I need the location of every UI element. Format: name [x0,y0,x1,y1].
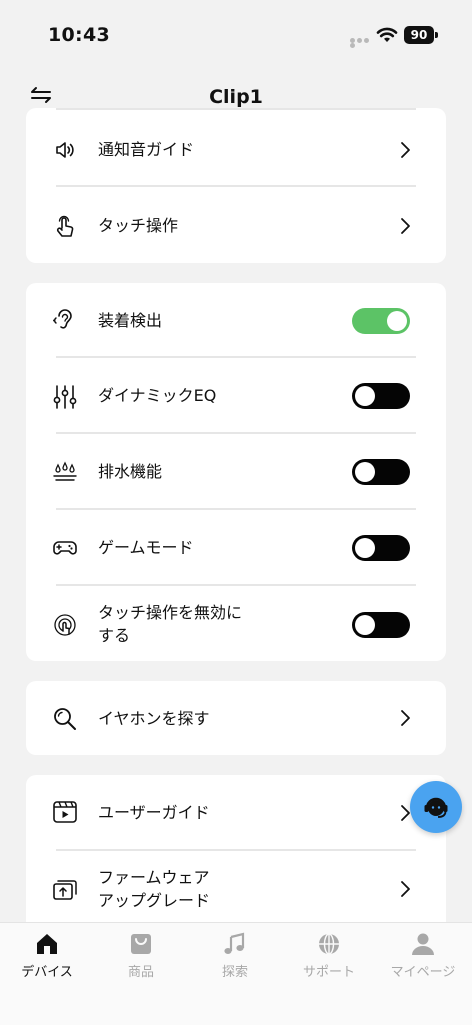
tab-explore[interactable]: 探索 [188,931,282,980]
speaker-icon [56,142,74,158]
tab-label: マイページ [390,965,456,980]
game-mode-row: ゲームモード [26,510,446,584]
tab-label: 探索 [221,965,248,980]
disable-touch-toggle[interactable] [352,612,410,638]
sound-touch-card: 通知音ガイド タッチ操作 [26,108,446,263]
game-mode-toggle[interactable] [352,535,410,561]
wear-detection-toggle[interactable] [352,308,410,334]
drainage-row: 排水機能 [26,434,446,508]
find-earphones-label: イヤホンを探す [98,709,210,728]
status-bar: 10:43 90 [0,0,472,70]
tab-my-page[interactable]: マイページ [376,931,470,980]
find-earphones-row[interactable]: イヤホンを探す [26,681,446,755]
tab-label: サポート [302,965,355,980]
cellular-signal-icon [350,38,376,48]
notification-sound-guide-label: 通知音ガイド [98,140,195,159]
disable-touch-row: タッチ操作を無効に する [26,586,446,661]
notification-sound-guide-row[interactable]: 通知音ガイド [26,110,446,186]
tab-products[interactable]: 商品 [94,931,188,980]
water-drops-icon [53,461,77,481]
chevron-right-icon [401,218,410,234]
battery-indicator: 90 [404,26,438,44]
video-guide-icon [53,801,77,823]
dynamic-eq-row: ダイナミックEQ [26,358,446,432]
tab-label: 商品 [127,965,154,980]
person-icon [412,933,434,955]
firmware-upload-icon [53,880,77,900]
features-card: 装着検出 ダイナミックEQ 排水機能 ゲームモード タッチ操作を無効に する [26,283,446,661]
info-card: ユーザーガイド ファームウェア アップグレード [26,775,446,935]
touch-disable-icon [54,614,76,636]
headset-icon [424,797,448,818]
tab-devices[interactable]: デバイス [0,931,94,980]
status-time: 10:43 [48,24,110,46]
disable-touch-label-line2: する [98,626,131,645]
wear-detection-label: 装着検出 [98,311,163,330]
chevron-right-icon [401,142,410,158]
search-icon [54,708,76,730]
dynamic-eq-label: ダイナミックEQ [98,386,217,405]
ear-icon [53,309,72,329]
tab-label: デバイス [21,965,73,980]
disable-touch-label-line1: タッチ操作を無効に [98,603,243,622]
shopping-bag-icon [131,934,151,954]
user-guide-label: ユーザーガイド [98,803,210,822]
tab-support[interactable]: サポート [282,931,376,980]
equalizer-icon [53,385,77,409]
drainage-toggle[interactable] [352,459,410,485]
game-mode-label: ゲームモード [98,538,194,557]
chevron-right-icon [401,881,410,897]
touch-controls-label: タッチ操作 [98,216,179,235]
bottom-tab-bar: デバイス 商品 探索 サポート マイページ [0,922,472,1025]
customer-support-button[interactable] [410,781,462,833]
globe-icon [319,933,339,955]
touch-gesture-icon [56,215,74,237]
wifi-icon [376,27,398,42]
wear-detection-row: 装着検出 [26,283,446,357]
page-title: Clip1 [209,86,263,108]
gamepad-icon [53,541,77,555]
find-card: イヤホンを探す [26,681,446,755]
user-guide-row[interactable]: ユーザーガイド [26,775,446,849]
touch-controls-row[interactable]: タッチ操作 [26,187,446,263]
home-icon [37,934,57,954]
drainage-label: 排水機能 [98,462,163,481]
firmware-upgrade-label-line2: アップグレード [98,891,211,910]
music-note-icon [224,932,245,954]
chevron-right-icon [401,710,410,726]
firmware-upgrade-label-line1: ファームウェア [98,868,210,887]
dynamic-eq-toggle[interactable] [352,383,410,409]
